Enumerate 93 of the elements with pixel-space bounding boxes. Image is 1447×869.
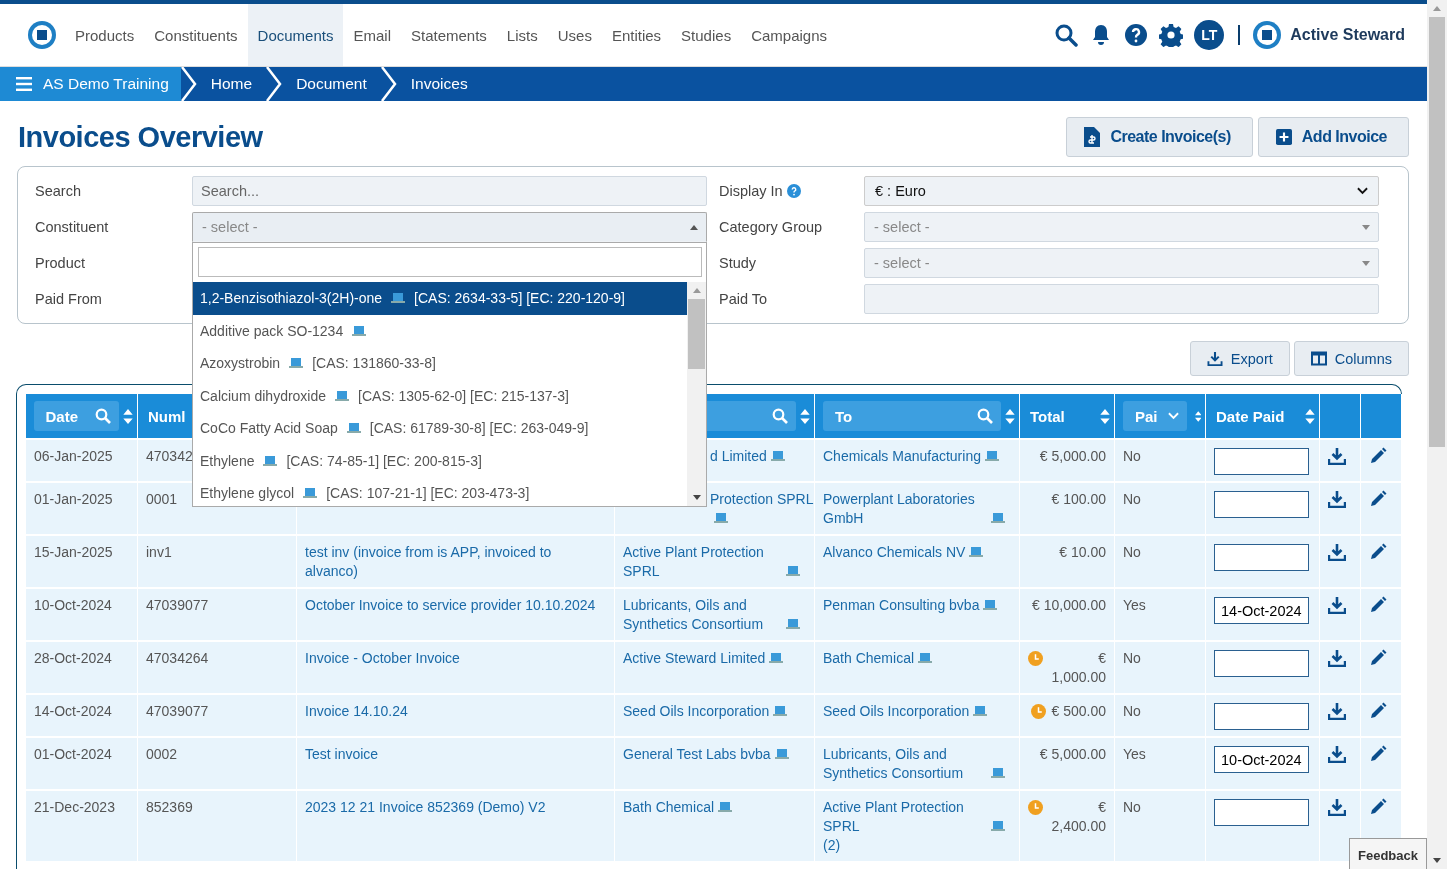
table-cell: No <box>1114 641 1206 694</box>
entity-link[interactable]: d Limited <box>710 447 767 466</box>
table-cell: 47039077 <box>137 694 297 737</box>
nav-tab[interactable]: Entities <box>601 4 672 66</box>
table-cell: 10-Oct-2024 <box>25 588 138 641</box>
count-link[interactable]: (2) <box>823 837 841 853</box>
user-avatar[interactable]: LT <box>1194 20 1225 50</box>
breadcrumb-item[interactable]: Document <box>282 67 381 101</box>
total-amount: € 100.00 <box>1051 490 1106 509</box>
table-cell: No <box>1114 790 1206 862</box>
table-cell: 01-Oct-2024 <box>25 737 138 790</box>
table-cell: 28-Oct-2024 <box>25 641 138 694</box>
option-name[interactable]: CoCo Fatty Acid Soap <box>200 420 338 437</box>
option-codes: [CAS: 131860-33-8] <box>312 355 436 372</box>
select-field[interactable]: - select - <box>864 212 1379 242</box>
option-name[interactable]: Calcium dihydroxide <box>200 387 327 404</box>
option-codes: [CAS: 1305-62-0] [EC: 215-137-3] <box>358 387 569 404</box>
column-header[interactable]: Pai <box>1123 401 1187 431</box>
date-paid-field[interactable]: 14-Oct-2024 <box>1214 597 1309 624</box>
brand-name: Active Steward <box>1290 26 1405 44</box>
columns-button[interactable]: Columns <box>1293 341 1409 376</box>
nav-tab[interactable]: Constituents <box>144 4 248 66</box>
entity-link[interactable]: Active Plant Protection SPRL <box>823 798 987 836</box>
total-amount: € 2,400.00 <box>1050 798 1106 836</box>
filter-label: Product <box>35 255 85 271</box>
option-codes: [CAS: 107-21-1] [EC: 203-473-3] <box>326 485 530 502</box>
total-amount: € 10.00 <box>1059 543 1106 562</box>
column-header[interactable]: Date <box>33 401 119 431</box>
column-header[interactable]: To <box>823 401 1001 431</box>
select-field[interactable]: € : Euro <box>864 176 1379 206</box>
filter-label: Display In <box>719 183 783 199</box>
breadcrumb-item[interactable]: Invoices <box>396 67 482 101</box>
table-cell: inv1 <box>137 535 297 588</box>
breadcrumb-item[interactable]: Home <box>196 67 267 101</box>
option-codes: [CAS: 61789-30-8] [EC: 263-049-9] <box>369 420 589 437</box>
table-cell: No <box>1114 535 1206 588</box>
nav-tab[interactable]: Uses <box>547 4 602 66</box>
table-cell: 15-Jan-2025 <box>25 535 138 588</box>
table-cell: 47039077 <box>137 588 297 641</box>
filter-label: Category Group <box>719 219 823 235</box>
export-button[interactable]: Export <box>1189 341 1290 376</box>
nav-tab[interactable]: Campaigns <box>741 4 837 66</box>
entity-link[interactable]: Protection SPRL <box>710 490 814 509</box>
table-cell: 0002 <box>137 737 297 790</box>
option-codes: [CAS: 2634-33-5] [EC: 220-120-9] <box>414 290 625 307</box>
total-amount: € 5,000.00 <box>1039 447 1106 466</box>
table-cell: 06-Jan-2025 <box>25 439 138 482</box>
select-field[interactable]: - select - <box>192 212 707 242</box>
invoice-link[interactable]: Invoice - October Invoice <box>305 649 460 668</box>
nav-tab[interactable]: Statements <box>401 4 497 66</box>
entity-link[interactable]: Bath Chemical <box>623 798 715 817</box>
table-cell: 21-Dec-2023 <box>25 790 138 862</box>
filter-label: Paid To <box>719 291 768 307</box>
table-cell: No <box>1114 694 1206 737</box>
total-amount: € 500.00 <box>1051 702 1106 721</box>
option-name[interactable]: Ethylene glycol <box>200 485 295 502</box>
total-amount: € 5,000.00 <box>1039 745 1106 764</box>
invoice-link[interactable]: 2023 12 21 Invoice 852369 (Demo) V2 <box>305 798 546 817</box>
table-cell: No <box>1114 482 1206 535</box>
total-amount: € 1,000.00 <box>1050 649 1106 687</box>
filter-label: Paid From <box>35 291 102 307</box>
table-cell: No <box>1114 439 1206 482</box>
breadcrumb-item[interactable]: AS Demo Training <box>0 67 181 101</box>
total-amount: € 10,000.00 <box>1032 596 1106 615</box>
nav-tab[interactable]: Documents <box>247 4 344 66</box>
option-name[interactable]: Additive pack SO-1234 <box>200 322 344 339</box>
filter-label: Constituent <box>35 219 109 235</box>
column-header[interactable]: Numl <box>146 401 188 431</box>
toolbar-button[interactable]: Add Invoice <box>1257 117 1409 157</box>
filter-label: Study <box>719 255 757 271</box>
table-cell: Yes <box>1114 588 1206 641</box>
entity-link[interactable]: Bath Chemical <box>823 649 915 668</box>
invoice-link[interactable]: Test invoice <box>305 745 379 764</box>
table-cell: 14-Oct-2024 <box>25 694 138 737</box>
option-name[interactable]: Ethylene <box>200 452 255 469</box>
table-cell: Yes <box>1114 737 1206 790</box>
nav-tab[interactable]: Email <box>343 4 401 66</box>
option-name[interactable]: Azoxystrobin <box>200 355 281 372</box>
text-field[interactable]: Search... <box>192 176 707 206</box>
invoice-link[interactable]: Invoice 14.10.24 <box>305 702 408 721</box>
select-field[interactable]: - select - <box>864 248 1379 278</box>
toolbar-button[interactable]: Create Invoice(s) <box>1066 117 1253 157</box>
table-cell: 852369 <box>137 790 297 862</box>
feedback-button[interactable]: Feedback <box>1349 838 1427 869</box>
nav-tab[interactable]: Lists <box>496 4 548 66</box>
table-cell: 01-Jan-2025 <box>25 482 138 535</box>
date-paid-field[interactable]: 10-Oct-2024 <box>1214 746 1309 773</box>
option-name[interactable]: 1,2-Benzisothiazol-3(2H)-one <box>200 290 383 307</box>
page-title: Invoices Overview <box>18 120 263 154</box>
filter-label: Search <box>35 183 81 199</box>
table-cell: 47034264 <box>137 641 297 694</box>
nav-tab[interactable]: Products <box>65 4 145 66</box>
nav-tab[interactable]: Studies <box>671 4 742 66</box>
